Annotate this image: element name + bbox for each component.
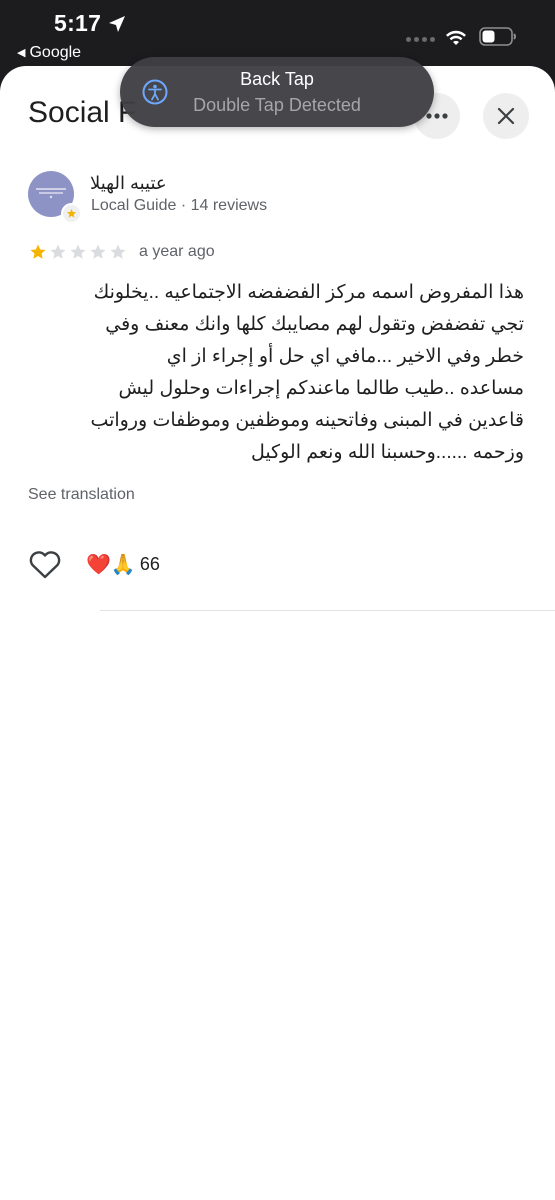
review-text-line: تجي تفضفض وتقول لهم مصايبك كلها وانك معن… xyxy=(105,314,524,335)
reaction-count: 66 xyxy=(139,553,160,574)
review-text-line: وزحمه ......وحسبنا الله ونعم الوكيل xyxy=(250,442,524,463)
back-triangle-icon: ◀ xyxy=(17,47,26,59)
reviewer-avatar[interactable] xyxy=(28,171,82,224)
star-empty-icon xyxy=(90,244,106,259)
review-text-line: مساعده ..طيب طالما ماعندكم إجراءات وحلول… xyxy=(118,378,524,399)
star-empty-icon xyxy=(50,244,66,259)
wifi-icon xyxy=(446,30,466,45)
review-text-line: هذا المفروض اسمه مركز الفضفضه الاجتماعيه… xyxy=(93,282,524,303)
page-title: Social F xyxy=(28,96,137,129)
see-translation-link[interactable]: See translation xyxy=(28,486,135,504)
close-icon xyxy=(497,107,515,125)
local-guide-badge-icon xyxy=(61,203,82,224)
back-to-app-link[interactable]: ◀ Google xyxy=(17,44,81,62)
reviewer-meta: Local Guide · 14 reviews xyxy=(91,197,268,214)
star-empty-icon xyxy=(110,244,126,259)
status-time: 5:17 xyxy=(54,10,102,36)
heart-icon[interactable] xyxy=(28,550,62,580)
star-rating xyxy=(29,243,127,261)
avatar-image-icon xyxy=(34,185,68,204)
reaction-emoji-icons: ❤️🙏 xyxy=(86,552,136,576)
location-arrow-icon xyxy=(109,16,125,32)
back-tap-toast: Back Tap Double Tap Detected xyxy=(120,57,434,127)
battery-icon xyxy=(479,27,516,46)
review-text-line: خطر وفي الاخير ...مافي اي حل أو إجراء از… xyxy=(166,346,524,367)
back-app-label: Google xyxy=(29,44,82,61)
review-sheet: Social F عتيبه الهيلا Local Guide · 14 r… xyxy=(0,66,555,1200)
cellular-signal-icon xyxy=(406,37,435,42)
divider xyxy=(100,610,555,611)
review-date: a year ago xyxy=(139,243,215,260)
toast-title: Back Tap xyxy=(240,69,314,89)
star-filled-icon xyxy=(30,244,46,259)
toast-subtitle: Double Tap Detected xyxy=(193,95,361,115)
review-text-line: قاعدين في المبنى وفاتحينه وموظفين وموظفا… xyxy=(90,410,524,431)
review-text: هذا المفروض اسمه مركز الفضفضه الاجتماعيه… xyxy=(28,277,524,469)
screen: 5:17 ◀ Google Social F عتيبه الهيلا Loca… xyxy=(0,0,555,1200)
more-horizontal-icon xyxy=(426,113,448,119)
star-empty-icon xyxy=(70,244,86,259)
reactions-summary[interactable]: ❤️🙏 66 xyxy=(86,552,160,576)
reviewer-name[interactable]: عتيبه الهيلا xyxy=(90,173,167,194)
close-button[interactable] xyxy=(483,93,529,139)
